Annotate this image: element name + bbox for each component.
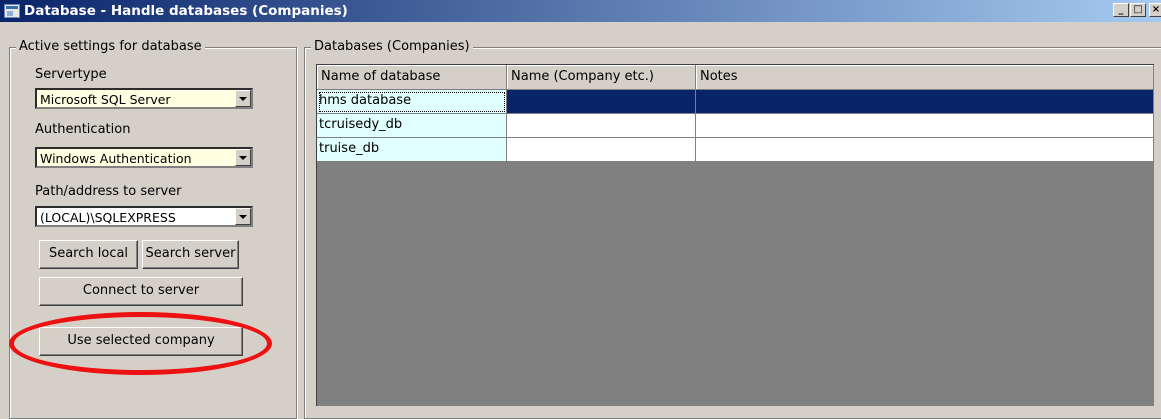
search-server-button[interactable]: Search server bbox=[142, 240, 239, 269]
active-settings-group-title: Active settings for database bbox=[16, 39, 205, 54]
close-button[interactable]: × bbox=[1149, 3, 1161, 17]
table-row-cell-company[interactable] bbox=[507, 138, 696, 162]
servertype-value: Microsoft SQL Server bbox=[40, 92, 171, 107]
chevron-down-icon[interactable] bbox=[235, 149, 251, 166]
table-row-cell-database[interactable]: tcruisedy_db bbox=[317, 114, 507, 138]
column-header-database-name[interactable]: Name of database bbox=[317, 65, 507, 90]
search-local-button[interactable]: Search local bbox=[39, 240, 138, 269]
column-header-company-name[interactable]: Name (Company etc.) bbox=[507, 65, 696, 90]
table-row-cell-company[interactable] bbox=[507, 90, 696, 114]
app-window-icon bbox=[4, 4, 20, 18]
databases-group-title: Databases (Companies) bbox=[311, 39, 473, 54]
minimize-button[interactable]: _ bbox=[1113, 3, 1129, 17]
table-row-cell-notes[interactable] bbox=[696, 114, 1154, 138]
table-row-cell-notes[interactable] bbox=[696, 90, 1154, 114]
maximize-button[interactable]: □ bbox=[1130, 3, 1146, 17]
databases-grid[interactable]: Name of database Name (Company etc.) Not… bbox=[316, 64, 1154, 406]
title-bar[interactable]: Database - Handle databases (Companies) … bbox=[0, 0, 1161, 22]
table-row-cell-database[interactable]: truise_db bbox=[317, 138, 507, 162]
servertype-label: Servertype bbox=[35, 67, 107, 82]
connect-to-server-button[interactable]: Connect to server bbox=[39, 277, 243, 306]
authentication-value: Windows Authentication bbox=[40, 151, 192, 166]
server-path-select[interactable]: (LOCAL)\SQLEXPRESS bbox=[35, 206, 253, 227]
window-title: Database - Handle databases (Companies) bbox=[24, 3, 348, 19]
table-row-cell-database[interactable]: hms database bbox=[317, 90, 507, 114]
authentication-label: Authentication bbox=[35, 122, 131, 137]
column-header-notes[interactable]: Notes bbox=[696, 65, 1154, 90]
table-row-cell-notes[interactable] bbox=[696, 138, 1154, 162]
chevron-down-icon[interactable] bbox=[235, 208, 251, 225]
path-label: Path/address to server bbox=[35, 184, 182, 199]
table-row-cell-company[interactable] bbox=[507, 114, 696, 138]
highlight-annotation-circle bbox=[9, 312, 272, 375]
server-path-value: (LOCAL)\SQLEXPRESS bbox=[40, 210, 176, 225]
chevron-down-icon[interactable] bbox=[235, 90, 251, 107]
servertype-select[interactable]: Microsoft SQL Server bbox=[35, 88, 253, 109]
authentication-select[interactable]: Windows Authentication bbox=[35, 147, 253, 168]
